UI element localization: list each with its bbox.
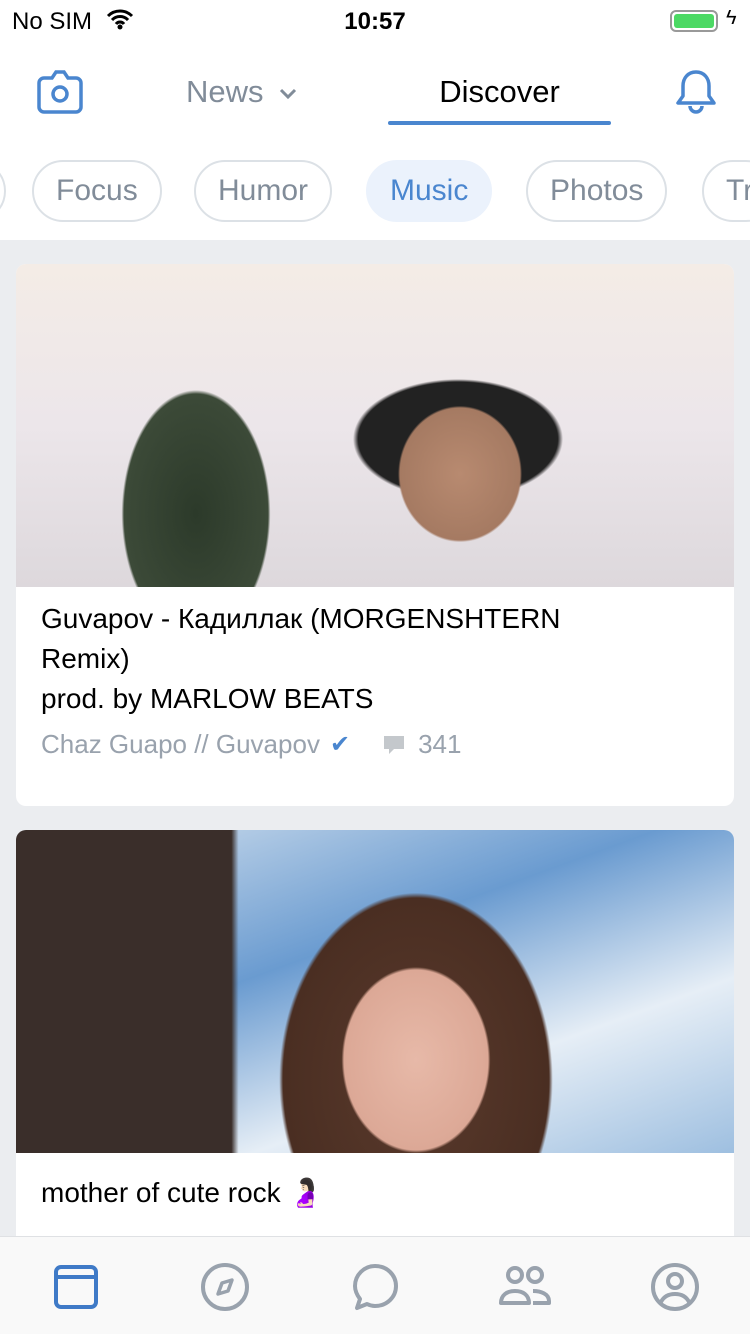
status-bar: No SIM 10:57 ϟ <box>0 0 750 40</box>
comment-count: 341 <box>418 729 462 759</box>
comment-icon <box>384 735 405 754</box>
chip[interactable] <box>0 160 6 222</box>
tab-news[interactable]: News <box>186 74 298 110</box>
post-title[interactable]: Guvapov - Кадиллак (MORGENSHTERN Remix) … <box>16 587 734 719</box>
post-meta: Chaz Guapo // Guvapov ✔ 341 <box>16 719 734 770</box>
chip-tr[interactable]: Tr <box>702 160 750 222</box>
post-title[interactable]: mother of cute rock 🤰🏻 <box>16 1153 734 1213</box>
chevron-down-icon <box>280 88 297 99</box>
profile-icon[interactable] <box>649 1261 701 1313</box>
post-image[interactable] <box>16 830 734 1153</box>
discover-icon[interactable] <box>199 1261 251 1313</box>
tab-bar <box>0 1236 750 1334</box>
chip-humor[interactable]: Humor <box>194 160 333 222</box>
camera-icon[interactable] <box>36 68 84 114</box>
title-line: Remix) <box>41 643 130 674</box>
post-card[interactable]: Guvapov - Кадиллак (MORGENSHTERN Remix) … <box>16 264 734 806</box>
chip-focus[interactable]: Focus <box>32 160 162 222</box>
active-tab-indicator <box>388 121 611 125</box>
bell-icon[interactable] <box>674 68 718 116</box>
author-name[interactable]: Chaz Guapo // Guvapov <box>41 729 320 760</box>
top-bar: No SIM 10:57 ϟ News Discover Focus Humor… <box>0 0 750 240</box>
clock: 10:57 <box>344 8 406 35</box>
title-line: Guvapov - Кадиллак (MORGENSHTERN <box>41 603 561 634</box>
friends-icon[interactable] <box>499 1261 551 1313</box>
category-chips: Focus Humor Music Photos Tr <box>0 160 750 224</box>
verified-icon: ✔ <box>329 731 351 758</box>
post-card[interactable]: mother of cute rock 🤰🏻 <box>16 830 734 1250</box>
news-label: News <box>186 74 264 109</box>
chip-music[interactable]: Music <box>366 160 493 222</box>
charging-icon: ϟ <box>726 7 737 29</box>
tab-discover[interactable]: Discover <box>388 74 611 110</box>
feed-icon[interactable] <box>50 1261 102 1313</box>
post-image[interactable] <box>16 264 734 587</box>
messages-icon[interactable] <box>349 1261 401 1313</box>
title-line: prod. by MARLOW BEATS <box>41 683 374 714</box>
battery-icon <box>670 10 718 32</box>
chip-photos[interactable]: Photos <box>526 160 668 222</box>
